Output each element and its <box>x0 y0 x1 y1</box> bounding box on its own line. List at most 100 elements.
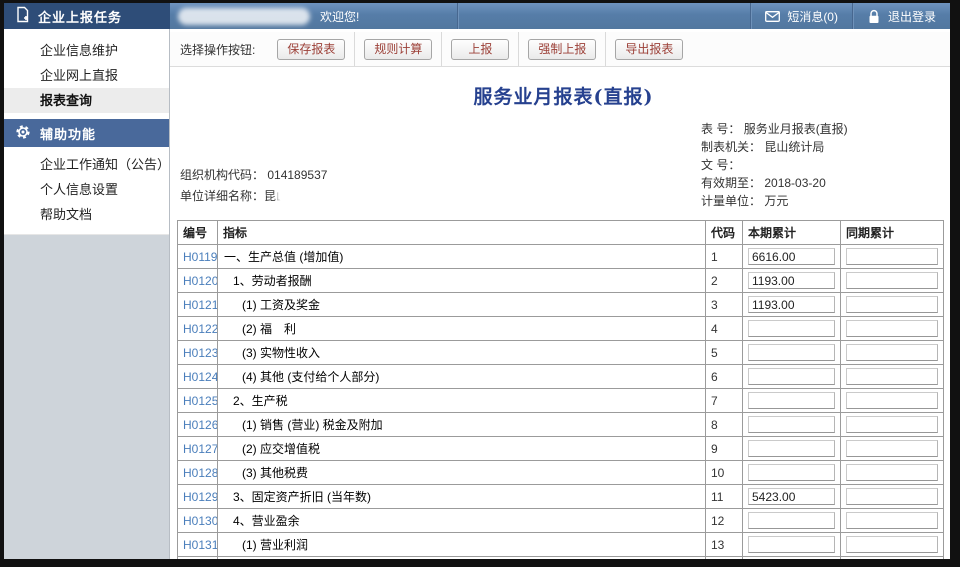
same-period-input[interactable] <box>846 464 938 481</box>
sidebar-item-online-direct-report[interactable]: 企业网上直报 <box>4 63 169 88</box>
current-period-cell <box>743 341 841 365</box>
current-period-input[interactable] <box>748 464 835 481</box>
current-period-input[interactable] <box>748 536 835 553</box>
code-cell: 2 <box>706 269 743 293</box>
row-id-cell: H0128 <box>178 461 218 485</box>
row-id-cell: H0130 <box>178 509 218 533</box>
indicator-cell: (2) 应交增值税 <box>218 437 706 461</box>
same-period-input[interactable] <box>846 368 938 385</box>
current-period-input[interactable] <box>748 320 835 337</box>
current-period-input[interactable] <box>748 272 835 289</box>
same-period-input[interactable] <box>846 512 938 529</box>
current-period-input[interactable] <box>748 512 835 529</box>
same-period-input[interactable] <box>846 392 938 409</box>
col-header-same-period: 同期累计 <box>841 221 944 245</box>
same-period-input[interactable] <box>846 272 938 289</box>
sidebar: 企业信息维护 企业网上直报 报表查询 辅助功能 企业工作通知（公告） 个人信息设… <box>4 29 170 559</box>
table-row: H01293、固定资产折旧 (当年数)11 <box>178 485 944 509</box>
org-info-block: 组织机构代码： 014189537 单位详细名称：昆山 <box>177 165 431 207</box>
toolbar-divider <box>441 32 442 66</box>
row-id-link[interactable]: H0124 <box>183 370 218 384</box>
col-header-id: 编号 <box>178 221 218 245</box>
export-report-button[interactable]: 导出报表 <box>615 39 683 60</box>
row-id-link[interactable]: H0129 <box>183 490 218 504</box>
indicator-cell: (4) 其他 (支付给个人部分) <box>218 365 706 389</box>
current-period-input[interactable] <box>748 416 835 433</box>
row-id-cell: H0121 <box>178 293 218 317</box>
row-id-link[interactable]: H0121 <box>183 298 218 312</box>
code-cell: 13 <box>706 533 743 557</box>
sidebar-item-enterprise-info[interactable]: 企业信息维护 <box>4 38 169 63</box>
same-period-input[interactable] <box>846 320 938 337</box>
org-code-label: 组织机构代码： <box>180 168 264 182</box>
same-period-cell <box>841 557 944 560</box>
same-period-input[interactable] <box>846 416 938 433</box>
indicator-cell: 2、生产税 <box>218 389 706 413</box>
same-period-input[interactable] <box>846 248 938 265</box>
rule-calculate-button[interactable]: 规则计算 <box>364 39 432 60</box>
current-period-input[interactable] <box>748 296 835 313</box>
row-id-cell: H0126 <box>178 413 218 437</box>
same-period-cell <box>841 341 944 365</box>
row-id-link[interactable]: H0131 <box>183 538 218 552</box>
same-period-input[interactable] <box>846 344 938 361</box>
current-period-input[interactable] <box>748 488 835 505</box>
sidebar-item-personal-settings[interactable]: 个人信息设置 <box>4 177 169 202</box>
sidebar-group-enterprise-tasks[interactable]: 企业上报任务 <box>4 3 170 29</box>
same-period-input[interactable] <box>846 536 938 553</box>
row-id-link[interactable]: H0127 <box>183 442 218 456</box>
indicator-cell: 4、营业盈余 <box>218 509 706 533</box>
current-period-cell <box>743 485 841 509</box>
sidebar-item-help-docs[interactable]: 帮助文档 <box>4 202 169 227</box>
logout-label: 退出登录 <box>888 8 936 25</box>
current-period-input[interactable] <box>748 248 835 265</box>
code-cell: 4 <box>706 317 743 341</box>
row-id-link[interactable]: H0119 <box>183 250 217 264</box>
main-panel: 选择操作按钮: 保存报表 规则计算 上报 强制上报 导出报表 服务业月报表(直报… <box>170 29 950 559</box>
same-period-input[interactable] <box>846 488 938 505</box>
current-period-input[interactable] <box>748 392 835 409</box>
force-submit-button[interactable]: 强制上报 <box>528 39 596 60</box>
sidebar-group-title: 辅助功能 <box>40 124 96 143</box>
indicator-cell: 3、固定资产折旧 (当年数) <box>218 485 706 509</box>
code-cell: 11 <box>706 485 743 509</box>
app-body: 企业信息维护 企业网上直报 报表查询 辅助功能 企业工作通知（公告） 个人信息设… <box>4 29 950 559</box>
sidebar-item-report-query[interactable]: 报表查询 <box>4 88 169 113</box>
toolbar-label: 选择操作按钮: <box>180 41 255 58</box>
indicator-cell: (2) 福 利 <box>218 317 706 341</box>
table-row: H0119一、生产总值 (增加值)1 <box>178 245 944 269</box>
row-id-link[interactable]: H0120 <box>183 274 218 288</box>
row-id-cell: H0119 <box>178 245 218 269</box>
table-row: H0124(4) 其他 (支付给个人部分)6 <box>178 365 944 389</box>
messages-button[interactable]: 短消息(0) <box>750 3 852 29</box>
row-id-link[interactable]: H0128 <box>183 466 218 480</box>
meta-line-issuer: 制表机关： 昆山统计局 <box>701 138 941 156</box>
current-period-input[interactable] <box>748 440 835 457</box>
current-period-input[interactable] <box>748 368 835 385</box>
code-cell: 3 <box>706 293 743 317</box>
save-report-button[interactable]: 保存报表 <box>277 39 345 60</box>
current-period-cell <box>743 509 841 533</box>
logout-button[interactable]: 退出登录 <box>852 3 950 29</box>
same-period-input[interactable] <box>846 440 938 457</box>
toolbar: 选择操作按钮: 保存报表 规则计算 上报 强制上报 导出报表 <box>170 32 950 67</box>
table-row: H0121(1) 工资及奖金3 <box>178 293 944 317</box>
row-id-cell: H0123 <box>178 341 218 365</box>
submit-button[interactable]: 上报 <box>451 39 509 60</box>
same-period-cell <box>841 317 944 341</box>
sidebar-item-work-notice[interactable]: 企业工作通知（公告） <box>4 152 169 177</box>
indicator-cell: (3) 其他税费 <box>218 461 706 485</box>
row-id-link[interactable]: H0130 <box>183 514 218 528</box>
current-period-input[interactable] <box>748 344 835 361</box>
same-period-cell <box>841 365 944 389</box>
row-id-cell: H0131 <box>178 533 218 557</box>
row-id-link[interactable]: H0123 <box>183 346 218 360</box>
same-period-input[interactable] <box>846 296 938 313</box>
row-id-link[interactable]: H0125 <box>183 394 218 408</box>
code-cell: 14 <box>706 557 743 560</box>
row-id-link[interactable]: H0122 <box>183 322 218 336</box>
row-id-link[interactable]: H0126 <box>183 418 218 432</box>
indicator-cell: (1) 销售 (营业) 税金及附加 <box>218 413 706 437</box>
sidebar-group-auxiliary[interactable]: 辅助功能 <box>4 119 169 147</box>
current-period-cell <box>743 365 841 389</box>
